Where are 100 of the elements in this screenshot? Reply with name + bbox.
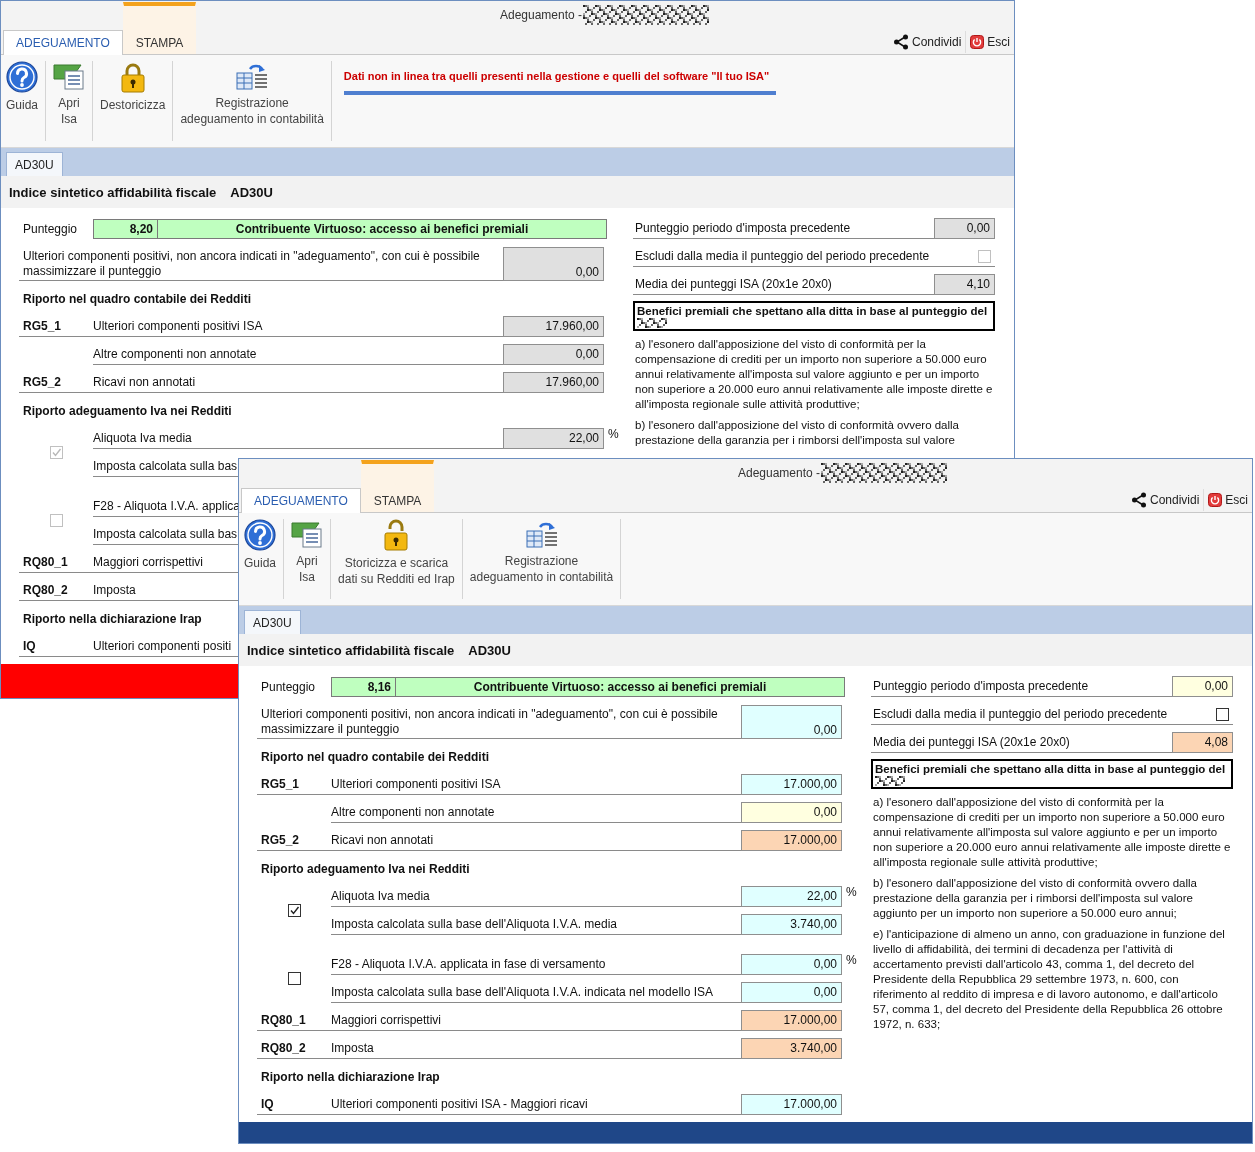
form-code: AD30U [468,642,511,658]
value-field[interactable]: 17.000,00 [741,1010,842,1031]
value-field[interactable]: 0,00 [741,802,842,823]
value-field[interactable]: 17.960,00 [503,316,604,337]
checkbox[interactable] [1216,707,1229,721]
score-status: Contribuente Virtuoso: accesso ai benefici premiali [472,678,768,696]
open-padlock-icon [382,519,411,551]
field-label: Aliquota Iva media [331,889,430,903]
section-heading: Riporto nel quadro contabile dei Redditi [23,291,251,308]
field-label: Altre componenti non annotate [93,347,257,361]
toolbar-button[interactable]: Registrazione adeguamento in contabilità [464,519,619,585]
ribbon-tab[interactable]: ADEGUAMENTO [241,488,361,513]
field-label: Imposta calcolata sulla base dell'Aliquota I.V.A. media [331,917,617,931]
value-field[interactable]: 0,00 [741,982,842,1003]
field-label: Imposta [93,583,136,597]
section-heading: Riporto adeguamento Iva nei Redditi [261,861,470,878]
flag-list-icon [291,519,324,549]
value-field[interactable]: 4,10 [934,274,995,295]
help-icon [244,519,276,551]
share-button[interactable]: Condividi [888,31,966,53]
field-label: Maggiori corrispettivi [331,1013,442,1027]
value-field[interactable]: 0,00 [1172,676,1233,697]
value-field[interactable]: 0,00 [741,705,842,739]
value-field[interactable]: 17.000,00 [741,1094,842,1115]
field-label: Ulteriori componenti positi [93,639,232,653]
power-icon [970,35,985,49]
value-field[interactable]: 4,08 [1172,732,1233,753]
field-label: Escludi dalla media il punteggio del periodo precedente [873,707,1168,721]
ribbon-tab[interactable]: STAMPA [122,2,197,54]
benefit-text: a) l'esonero dall'apposizione del visto di conformità per la compensazione di crediti per un importo non superiore a 50.000 euro annui relativamente all'imposta sul valore aggiunto e per un importo non superiore a 20.000 euro annui relativamente alle imposte dirette e all'imposta regionale sulle attività produttive; [635,337,994,412]
field-code: RG5_2 [23,375,62,389]
redacted-mark [637,318,667,328]
benefit-text: b) l'esonero dall'apposizione del visto di conformità ovvero dalla prestazione della garanzia per i rimborsi dell'imposta sul valore [635,418,961,448]
toolbar-button[interactable]: Apri Isa [48,61,91,127]
window-title: Adeguamento - [500,8,583,22]
field-code: RQ80_2 [23,583,68,597]
value-field[interactable]: 0,00 [503,247,604,281]
value-field[interactable]: 17.960,00 [503,372,604,393]
value-field[interactable]: 0,00 [934,218,995,239]
toolbar-button[interactable]: Guida [1,61,44,113]
toolbar-button[interactable]: Destoricizza [95,61,171,113]
alert-message: Dati non in linea tra quelli presenti nella gestione e quelli del software "Il tuo ISA" [343,70,771,82]
form-code: AD30U [230,184,273,200]
toolbar-button[interactable]: Storicizza e scarica dati su Redditi ed Irap [333,519,460,587]
field-label: Imposta [331,1041,374,1055]
share-icon [892,34,909,50]
share-button[interactable]: Condividi [1126,489,1204,511]
field-label: Ulteriori componenti positivi ISA - Maggiori ricavi [331,1097,588,1111]
benefits-title: Benefici premiali che spettano alla ditta in base al punteggio del [637,305,988,317]
exit-button[interactable]: Esci [965,31,1014,53]
field-label: Punteggio [260,679,317,694]
field-label: Imposta calcolata sulla bas [93,459,238,473]
field-label: Escludi dalla media il punteggio del periodo precedente [635,249,930,263]
toolbar-button[interactable]: Apri Isa [286,519,329,585]
toolbar-button[interactable]: Guida [239,519,282,571]
toolbar-button[interactable]: Registrazione adeguamento in contabilità [175,61,329,127]
field-label: Ulteriori componenti positivi, non ancora indicati in "adeguamento", con cui è possibile massimizzare il punteggio [23,249,481,279]
benefits-title: Benefici premiali che spettano alla ditta in base al punteggio del [875,763,1226,775]
field-label: Punteggio periodo d'imposta precedente [635,221,851,235]
field-label: Imposta calcolata sulla bas [93,527,238,541]
field-label: Media dei punteggi ISA (20x1e 20x0) [873,735,1070,749]
field-code: IQ [23,639,36,653]
value-field[interactable]: 17.000,00 [741,830,842,851]
help-icon [6,61,38,93]
field-code: RG5_1 [261,777,300,791]
ribbon-tab[interactable]: ADEGUAMENTO [3,30,123,55]
field-code: RQ80_1 [23,555,68,569]
share-icon [1130,492,1147,508]
section-heading: Riporto nella dichiarazione Irap [261,1069,440,1086]
field-label: Ulteriori componenti positivi ISA [331,777,501,791]
document-tab[interactable]: AD30U [244,610,301,634]
field-label: F28 - Aliquota I.V.A. applicata in fase di versamento [331,957,606,971]
field-code: RQ80_1 [261,1013,306,1027]
section-heading: Riporto adeguamento Iva nei Redditi [23,403,232,420]
field-label: Ulteriori componenti positivi ISA [93,319,263,333]
field-label: Imposta calcolata sulla base dell'Aliquota I.V.A. indicata nel modello ISA [331,985,714,999]
value-field[interactable]: 3.740,00 [741,1038,842,1059]
ribbon-tab[interactable]: STAMPA [360,460,435,512]
document-tab[interactable]: AD30U [6,152,63,176]
value-field[interactable]: 22,00 [741,886,842,907]
exit-button[interactable]: Esci [1203,489,1252,511]
value-field[interactable]: 17.000,00 [741,774,842,795]
field-label: Punteggio [22,221,79,236]
power-icon [1208,493,1223,507]
field-code: RQ80_2 [261,1041,306,1055]
section-title: Indice sintetico affidabilità fiscale [247,642,455,658]
value-field[interactable]: 0,00 [503,344,604,365]
field-label: Ulteriori componenti positivi, non ancora indicati in "adeguamento", con cui è possibile massimizzare il punteggio [261,707,719,737]
unit-label: % [846,885,857,899]
field-label: Punteggio periodo d'imposta precedente [873,679,1089,693]
field-label: Altre componenti non annotate [331,805,495,819]
benefit-text: e) l'anticipazione di almeno un anno, con graduazione in funzione del livello di affidabilità, dei termini di decadenza per l'attività di accertamento previsti dall'articolo 43, comma 1, del decreto del Presidente della Repubblica 29 settembre 1973, n. 600, con riferimento al reddito di impresa e di lavoro autonomo, e dall'articolo 57, comma 1, del decreto del Presidente della Repubblica 26 ottobre 1972, n. 633; [873,927,1226,1032]
section-heading: Riporto nella dichiarazione Irap [23,611,202,628]
score-status: Contribuente Virtuoso: accesso ai benefici premiali [234,220,530,238]
flag-list-icon [53,61,86,91]
checkbox[interactable] [287,904,301,917]
value-field[interactable]: 3.740,00 [741,914,842,935]
score-value: 8,16 [332,677,396,696]
checkbox[interactable] [287,972,301,985]
value-field[interactable]: 0,00 [741,954,842,975]
